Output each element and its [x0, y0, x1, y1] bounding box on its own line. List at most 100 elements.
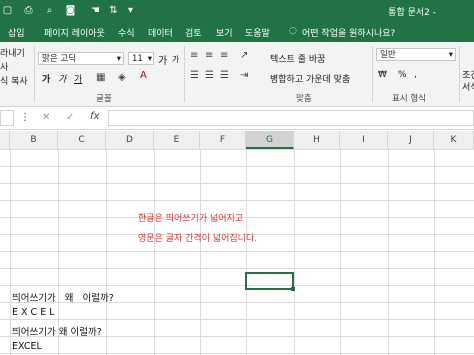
- formula-input[interactable]: [108, 110, 474, 126]
- grid-line: [0, 183, 474, 184]
- copy-button[interactable]: 사: [0, 60, 8, 73]
- search-icon[interactable]: ⌕: [44, 5, 55, 16]
- column-header-e[interactable]: E: [154, 131, 200, 149]
- align-center-icon[interactable]: ☰: [205, 70, 214, 81]
- tab-insert[interactable]: 삽입: [8, 26, 25, 39]
- tab-data[interactable]: 데이터: [148, 26, 173, 39]
- print-preview-icon[interactable]: ⎙: [23, 5, 34, 16]
- border-icon[interactable]: ▦: [96, 72, 105, 83]
- column-headers: B C D E F G H I J K: [0, 131, 474, 150]
- grid-line: [246, 149, 247, 355]
- align-top-icon[interactable]: ≡: [190, 50, 198, 61]
- separator: [34, 46, 35, 102]
- separator: [184, 46, 185, 102]
- tab-help[interactable]: 도움말: [245, 26, 270, 39]
- column-header-f[interactable]: F: [200, 131, 246, 149]
- grid-line: [0, 166, 474, 167]
- grid-line: [340, 149, 341, 355]
- window-title: 통합 문서2 -: [388, 8, 436, 18]
- grid-line: [388, 149, 389, 355]
- tab-formulas[interactable]: 수식: [118, 26, 135, 39]
- ribbon: 라내기 사 식 복사 맑은 고딕 ▾ 11 ▾ 가 가 가 가 가 ▦ ◈ A …: [0, 42, 474, 107]
- select-all[interactable]: [0, 131, 10, 149]
- percent-button[interactable]: %: [398, 70, 407, 80]
- insert-function-icon[interactable]: fx: [90, 111, 99, 122]
- align-right-icon[interactable]: ☰: [220, 70, 229, 81]
- confirm-icon[interactable]: ✓: [66, 112, 74, 123]
- lightbulb-icon: ◌: [289, 26, 297, 36]
- annotation-text-1: 한글은 띄어쓰기가 넓어지고: [138, 214, 244, 224]
- tab-review[interactable]: 검토: [185, 26, 202, 39]
- bold-button[interactable]: 가: [42, 72, 50, 85]
- grid-line: [106, 149, 107, 355]
- number-format-select[interactable]: 일반 ▾: [376, 48, 456, 61]
- grid-line: [0, 268, 474, 269]
- column-header-b[interactable]: B: [10, 131, 58, 149]
- column-header-g[interactable]: G: [246, 131, 294, 149]
- comma-button[interactable]: ,: [414, 70, 417, 80]
- cell-row1[interactable]: 띄어쓰기가 왜 이럴까?: [12, 290, 114, 304]
- fill-handle[interactable]: [291, 287, 295, 291]
- touch-mode-icon[interactable]: ☚: [90, 5, 101, 16]
- font-color-icon[interactable]: A: [140, 70, 147, 81]
- cell-row2[interactable]: E X C E L: [12, 307, 55, 318]
- font-name-value: 맑은 고딕: [42, 54, 76, 64]
- cancel-icon[interactable]: ✕: [42, 112, 50, 123]
- merge-center-button[interactable]: 병합하고 가운데 맞춤: [270, 72, 350, 85]
- italic-button[interactable]: 가: [58, 72, 66, 85]
- camera-icon[interactable]: ◙: [65, 5, 76, 16]
- grid-line: [0, 285, 474, 286]
- tab-view[interactable]: 보기: [216, 26, 233, 39]
- wrap-text-button[interactable]: 텍스트 줄 바꿈: [270, 52, 325, 65]
- grid-line: [0, 353, 474, 354]
- fill-color-icon[interactable]: ◈: [118, 72, 126, 83]
- column-header-h[interactable]: H: [294, 131, 340, 149]
- increase-font-button[interactable]: 가: [158, 52, 167, 67]
- grid-line: [434, 149, 435, 355]
- format-painter-button[interactable]: 식 복사: [0, 74, 28, 87]
- column-header-k[interactable]: K: [434, 131, 474, 149]
- grid-line: [294, 149, 295, 355]
- sort-icon[interactable]: ⇅: [108, 5, 119, 16]
- conditional-format-label: 서식: [462, 83, 474, 93]
- cell-row4[interactable]: EXCEL: [12, 341, 42, 352]
- column-header-i[interactable]: I: [340, 131, 388, 149]
- column-header-d[interactable]: D: [106, 131, 154, 149]
- tab-page-layout[interactable]: 페이지 레이아웃: [44, 26, 105, 39]
- indent-icon[interactable]: ⇥: [240, 70, 248, 81]
- grid-line: [0, 319, 474, 320]
- number-group-label: 표시 형식: [392, 94, 426, 104]
- customize-qat-icon[interactable]: ▾: [125, 5, 136, 16]
- alignment-group-label: 맞춤: [296, 94, 312, 104]
- grid-line: [200, 149, 201, 355]
- font-group-label: 글꼴: [96, 94, 112, 104]
- annotation-text-2: 영문은 글자 간격이 넓어집니다.: [138, 234, 258, 244]
- decrease-font-button[interactable]: 가: [172, 54, 179, 65]
- formula-bar: ⋮ ✕ ✓ fx: [0, 107, 474, 130]
- cut-button[interactable]: 라내기: [0, 46, 25, 59]
- ribbon-tabs: 삽입 페이지 레이아웃 수식 데이터 검토 보기 도움말 ◌ 어떤 작업을 원하…: [0, 22, 474, 42]
- name-box[interactable]: [0, 110, 14, 126]
- tell-me-search[interactable]: 어떤 작업을 원하시나요?: [302, 26, 395, 39]
- grid-line: [0, 251, 474, 252]
- grid-line: [0, 149, 474, 150]
- currency-button[interactable]: ₩: [378, 70, 387, 80]
- align-left-icon[interactable]: ☰: [190, 70, 199, 81]
- orientation-icon[interactable]: ↗: [240, 50, 248, 61]
- align-bottom-icon[interactable]: ≡: [220, 50, 228, 61]
- cell-row3[interactable]: 띄어쓰기가 왜 이럴까?: [12, 324, 102, 338]
- separator: [372, 46, 373, 102]
- align-middle-icon[interactable]: ≡: [205, 50, 213, 61]
- font-name-select[interactable]: 맑은 고딕 ▾: [38, 52, 124, 65]
- worksheet-grid[interactable]: 한글은 띄어쓰기가 넓어지고 영문은 글자 간격이 넓어집니다. 띄어쓰기가 왜…: [0, 149, 474, 355]
- undo-icon[interactable]: ▢: [2, 5, 13, 16]
- quick-access-toolbar: ▢ ⎙ ⌕ ◙ ☚ ⇅ ▾ 통합 문서2 -: [0, 0, 474, 22]
- grid-line: [10, 149, 11, 355]
- column-header-j[interactable]: J: [388, 131, 434, 149]
- underline-button[interactable]: 가: [74, 72, 82, 85]
- column-header-c[interactable]: C: [58, 131, 106, 149]
- active-cell[interactable]: [245, 272, 294, 290]
- font-size-select[interactable]: 11 ▾: [128, 52, 154, 65]
- more-icon: ⋮: [20, 112, 30, 123]
- chevron-down-icon: ▾: [116, 54, 121, 64]
